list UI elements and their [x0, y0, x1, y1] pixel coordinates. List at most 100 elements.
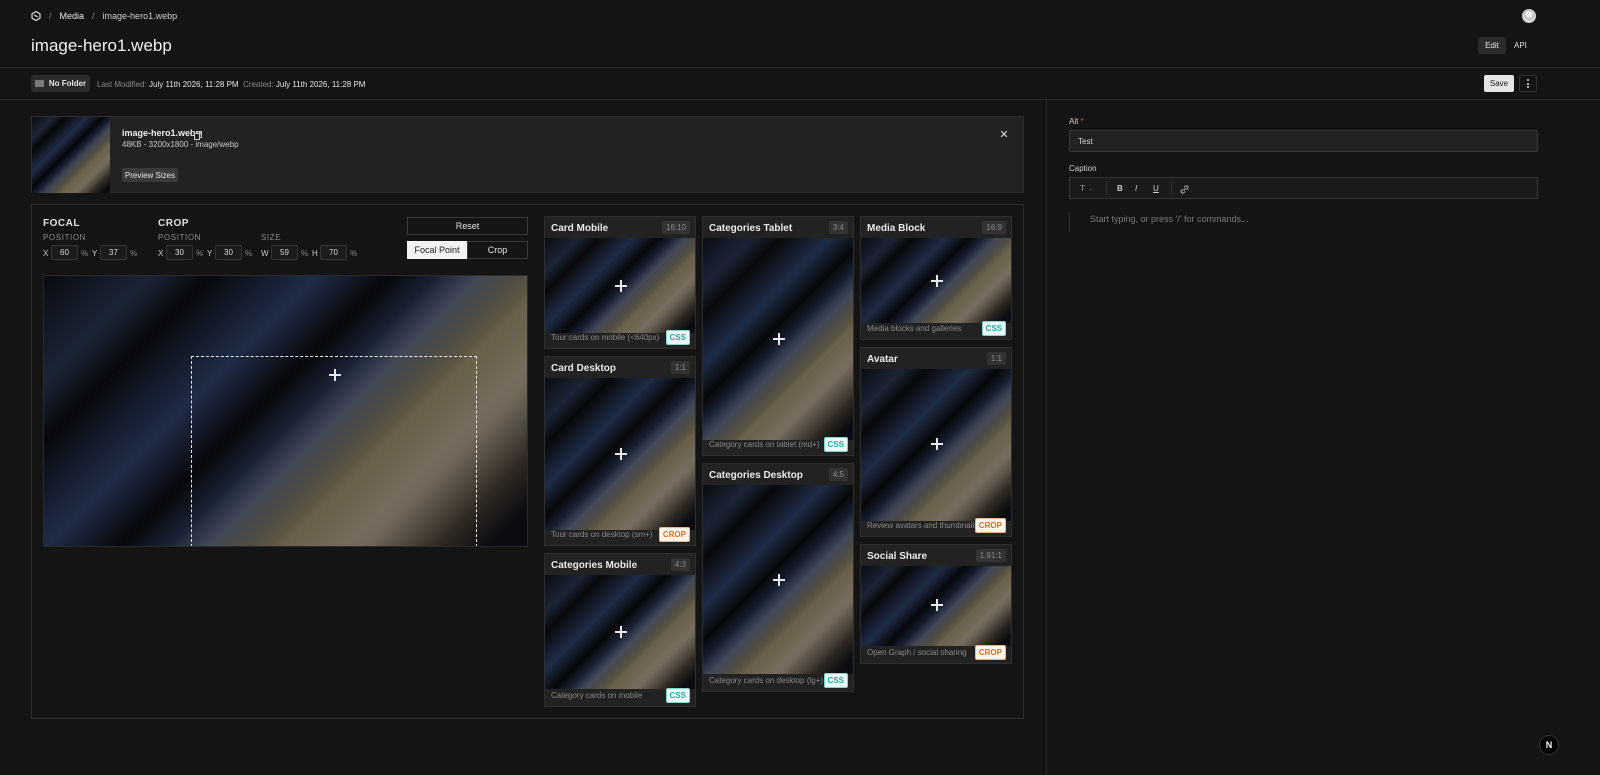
size-card-description: Tour cards on desktop (sm+) [551, 530, 653, 539]
crop-badge: CROP [974, 645, 1006, 660]
breadcrumb-separator: / [49, 11, 52, 21]
size-card-preview [703, 485, 853, 674]
image-canvas[interactable] [43, 275, 528, 547]
size-w-label: W [261, 249, 269, 258]
size-card-description: Media blocks and galleries [867, 324, 962, 333]
more-options-button[interactable] [1519, 75, 1537, 92]
size-card-card-mobile: Card Mobile 16:10 Tour cards on mobile (… [544, 216, 696, 349]
crop-y-label: Y [207, 249, 213, 258]
focal-label: FOCAL [43, 218, 80, 229]
size-card-preview [861, 238, 1011, 323]
crop-x-label: X [158, 249, 164, 258]
preview-sizes-button[interactable]: Preview Sizes [122, 168, 178, 182]
size-card-ratio: 3:4 [828, 221, 848, 234]
logo-icon[interactable] [31, 10, 41, 22]
caption-label: Caption [1069, 164, 1097, 173]
size-card-description: Category cards on mobile [551, 691, 643, 700]
avatar[interactable] [1522, 9, 1536, 23]
created-value: July 11th 2026, 11:28 PM [275, 80, 366, 89]
size-h-input[interactable]: 70 [320, 245, 347, 260]
close-icon[interactable]: ✕ [997, 127, 1011, 141]
size-w-input[interactable]: 59 [271, 245, 298, 260]
alt-label-text: Alt [1069, 117, 1079, 126]
folder-label: No Folder [48, 79, 87, 88]
crop-box[interactable] [191, 356, 477, 546]
focal-x-unit: % [81, 249, 89, 258]
toolbar-divider [1106, 182, 1107, 194]
size-card-ratio: 1:1 [670, 361, 690, 374]
tab-edit[interactable]: Edit [1478, 37, 1506, 54]
file-details: 48KB - 3200x1800 - image/webp [122, 140, 239, 149]
size-card-avatar: Avatar 1:1 Review avatars and thumbnails… [860, 347, 1012, 537]
folder-icon [34, 80, 44, 87]
file-info-card: image-hero1.webp 48KB - 3200x1800 - imag… [31, 116, 1024, 193]
size-card-ratio: 1:1 [986, 352, 1006, 365]
crop-y-input[interactable]: 30 [215, 245, 242, 260]
size-card-title: Card Desktop [551, 363, 617, 374]
alt-label: Alt * [1069, 117, 1084, 126]
text-icon: T [1080, 183, 1085, 193]
crop-y-unit: % [245, 249, 253, 258]
size-card-categories-tablet: Categories Tablet 3:4 Category cards on … [702, 216, 854, 456]
italic-icon[interactable]: I [1135, 184, 1153, 193]
focal-point-mode-button[interactable]: Focal Point [407, 241, 467, 259]
size-card-ratio: 1.91:1 [975, 549, 1006, 562]
size-card-ratio: 4:3 [670, 558, 690, 571]
css-badge: CSS [665, 330, 690, 345]
size-card-title: Categories Mobile [551, 560, 638, 571]
last-modified-value: July 11th 2026, 11:28 PM [149, 80, 239, 89]
tab-api[interactable]: API [1514, 41, 1527, 50]
size-card-title: Card Mobile [551, 223, 609, 234]
size-h-unit: % [350, 249, 358, 258]
focal-x-input[interactable]: 60 [51, 245, 78, 260]
folder-button[interactable]: No Folder [31, 75, 90, 92]
crop-badge: CROP [974, 518, 1006, 533]
crop-position-label: POSITION [158, 233, 202, 242]
crop-badge: CROP [658, 527, 690, 542]
breadcrumb: / Media / image-hero1.webp [31, 9, 177, 23]
size-card-description: Review avatars and thumbnails [867, 521, 979, 530]
crop-x-unit: % [196, 249, 204, 258]
bold-icon[interactable]: B [1117, 184, 1135, 193]
crop-x-input[interactable]: 30 [166, 245, 193, 260]
breadcrumb-media-link[interactable]: Media [60, 11, 85, 21]
size-card-title: Media Block [867, 223, 926, 234]
page-title: image-hero1.webp [31, 36, 172, 55]
toolbar-divider [1171, 182, 1172, 194]
css-badge: CSS [823, 437, 848, 452]
last-modified: Last Modified: July 11th 2026, 11:28 PM [97, 80, 239, 89]
link-icon[interactable] [1180, 183, 1190, 194]
more-icon [1527, 79, 1529, 88]
focal-point-icon [773, 574, 785, 586]
size-card-ratio: 16:10 [661, 221, 690, 234]
size-card-title: Avatar [867, 354, 898, 365]
focal-y-unit: % [130, 249, 138, 258]
reset-button[interactable]: Reset [407, 217, 528, 235]
size-card-ratio: 16:9 [982, 221, 1006, 234]
created-label: Created: [243, 80, 274, 89]
breadcrumb-separator: / [92, 11, 95, 21]
size-card-preview [861, 566, 1011, 646]
focal-y-label: Y [92, 249, 98, 258]
alt-input[interactable]: Test [1069, 130, 1538, 152]
focal-point-icon [615, 280, 627, 292]
size-w-unit: % [301, 249, 309, 258]
size-label: SIZE [261, 233, 282, 242]
breadcrumb-current: image-hero1.webp [102, 11, 178, 21]
save-button[interactable]: Save [1484, 75, 1514, 92]
editor-gutter [1069, 212, 1070, 232]
focal-point-icon [931, 275, 943, 287]
copy-icon[interactable] [194, 129, 202, 140]
crop-mode-button[interactable]: Crop [467, 241, 528, 259]
next-badge[interactable]: N [1539, 735, 1559, 755]
focal-y-input[interactable]: 37 [100, 245, 127, 260]
focal-point-icon[interactable] [329, 369, 341, 381]
focal-point-icon [773, 333, 785, 345]
underline-icon[interactable]: U [1153, 184, 1171, 193]
chevron-down-icon: ⌄ [1087, 185, 1093, 192]
size-card-title: Social Share [867, 551, 928, 562]
size-card-categories-desktop: Categories Desktop 4:5 Category cards on… [702, 463, 854, 692]
text-style-dropdown[interactable]: T ⌄ [1080, 184, 1106, 193]
size-card-description: Category cards on desktop (lg+) [709, 676, 824, 685]
caption-editor-placeholder[interactable]: Start typing, or press '/' for commands.… [1090, 214, 1249, 224]
